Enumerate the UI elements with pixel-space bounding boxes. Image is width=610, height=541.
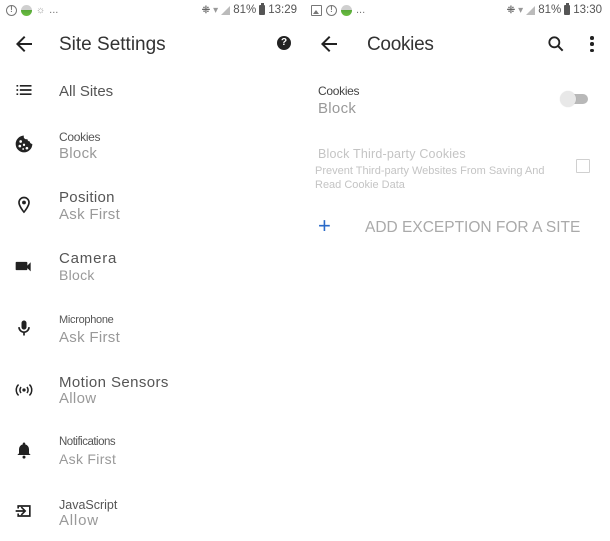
battery-icon: [259, 3, 266, 15]
setting-item-cookies[interactable]: Cookies Block: [0, 124, 305, 180]
help-icon: ?: [280, 37, 288, 48]
help-button[interactable]: ?: [277, 36, 291, 50]
clock: 13:29: [268, 4, 297, 16]
alert-icon: !: [326, 4, 337, 16]
plus-icon: +: [318, 213, 331, 238]
item-value: Ask First: [59, 206, 121, 223]
mute-icon: ⁜: [506, 4, 516, 16]
add-exception-button[interactable]: + ADD EXCEPTION FOR A SITE: [305, 212, 610, 242]
third-party-checkbox[interactable]: [576, 159, 590, 173]
wifi-icon: ▾: [213, 4, 219, 16]
add-exception-label: ADD EXCEPTION FOR A SITE: [365, 219, 581, 236]
cookies-toggle[interactable]: [560, 91, 588, 107]
mute-icon: ⁜: [201, 4, 211, 16]
site-settings-screen: ! ☼ ... ⁜ ▾ 81% 13:29 Site Settings ? Al…: [0, 0, 305, 541]
alert-icon: !: [6, 4, 17, 16]
cookies-label: Cookies: [318, 84, 360, 98]
list-icon: [16, 85, 32, 95]
item-value: Allow: [59, 390, 97, 407]
cookies-setting-row[interactable]: Cookies Block: [305, 78, 610, 128]
image-icon: [311, 4, 322, 16]
setting-item-javascript[interactable]: JavaScript Allow: [0, 490, 305, 541]
signal-icon: [221, 5, 231, 15]
third-party-description: Prevent Third-party Websites From Saving…: [315, 165, 545, 191]
clock: 13:30: [573, 4, 602, 16]
app-ball-icon: [21, 4, 32, 16]
item-title: Camera: [59, 250, 118, 267]
item-value: Block: [59, 267, 95, 283]
item-title: Motion Sensors: [59, 374, 169, 391]
motion-sensors-icon: [15, 384, 33, 396]
sync-icon: ☼: [36, 4, 46, 16]
item-title: JavaScript: [59, 498, 118, 512]
arrow-left-icon: [16, 36, 32, 52]
search-button[interactable]: [546, 34, 566, 54]
app-bar: Cookies: [305, 22, 610, 68]
app-ball-icon: [341, 4, 352, 16]
javascript-icon: [15, 505, 31, 517]
status-bar-notifications: ! ...: [311, 4, 365, 16]
wifi-icon: ▾: [518, 4, 524, 16]
battery-icon: [564, 3, 571, 15]
back-button[interactable]: [317, 32, 341, 56]
setting-item-camera[interactable]: Camera Block: [0, 246, 305, 302]
item-value: Ask First: [59, 451, 117, 467]
item-value: Allow: [59, 512, 99, 529]
microphone-icon: [18, 320, 30, 336]
location-pin-icon: [18, 196, 30, 214]
camera-icon: [15, 261, 31, 272]
item-title: Notifications: [59, 436, 116, 448]
search-icon: [548, 36, 564, 52]
battery-percent: 81%: [538, 4, 562, 16]
toggle-thumb: [560, 91, 576, 107]
back-button[interactable]: [12, 32, 36, 56]
overflow-notifications: ...: [356, 4, 366, 16]
more-options-button[interactable]: [588, 34, 596, 54]
status-bar-system: ⁜ ▾ 81% 13:29: [201, 3, 297, 16]
sidebar-item-all-sites[interactable]: All Sites: [0, 70, 305, 126]
block-third-party-cookies-row[interactable]: Block Third-party Cookies Prevent Third-…: [305, 145, 610, 195]
status-bar-notifications: ! ☼ ...: [6, 4, 58, 16]
overflow-notifications: ...: [49, 4, 59, 16]
status-bar: ! ☼ ... ⁜ ▾ 81% 13:29: [0, 0, 305, 22]
signal-icon: [526, 5, 536, 15]
status-bar: ! ... ⁜ ▾ 81% 13:30: [305, 0, 610, 22]
cookies-screen: ! ... ⁜ ▾ 81% 13:30 Cookies Cookies Bloc…: [305, 0, 610, 541]
third-party-title: Block Third-party Cookies: [318, 147, 466, 161]
more-vert-icon-dot: [590, 42, 594, 46]
item-title: Position: [59, 189, 115, 206]
item-value: Ask First: [59, 329, 121, 346]
cookie-icon: [15, 135, 33, 153]
page-title: Site Settings: [59, 34, 166, 55]
item-title: Microphone: [59, 314, 114, 326]
item-title: All Sites: [59, 83, 114, 100]
item-title: Cookies: [59, 130, 101, 144]
bell-icon: [17, 442, 31, 459]
app-bar: Site Settings ?: [0, 22, 305, 68]
more-vert-icon: [590, 36, 594, 40]
setting-item-position[interactable]: Position Ask First: [0, 185, 305, 241]
item-value: Block: [59, 145, 98, 162]
setting-item-motion-sensors[interactable]: Motion Sensors Allow: [0, 370, 305, 426]
more-vert-icon-dot: [590, 48, 594, 52]
cookies-value: Block: [318, 100, 357, 117]
status-bar-system: ⁜ ▾ 81% 13:30: [506, 3, 602, 16]
setting-item-microphone[interactable]: Microphone Ask First: [0, 308, 305, 364]
page-title: Cookies: [367, 34, 434, 55]
setting-item-notifications[interactable]: Notifications Ask First: [0, 430, 305, 486]
battery-percent: 81%: [233, 4, 257, 16]
arrow-left-icon: [321, 36, 337, 52]
